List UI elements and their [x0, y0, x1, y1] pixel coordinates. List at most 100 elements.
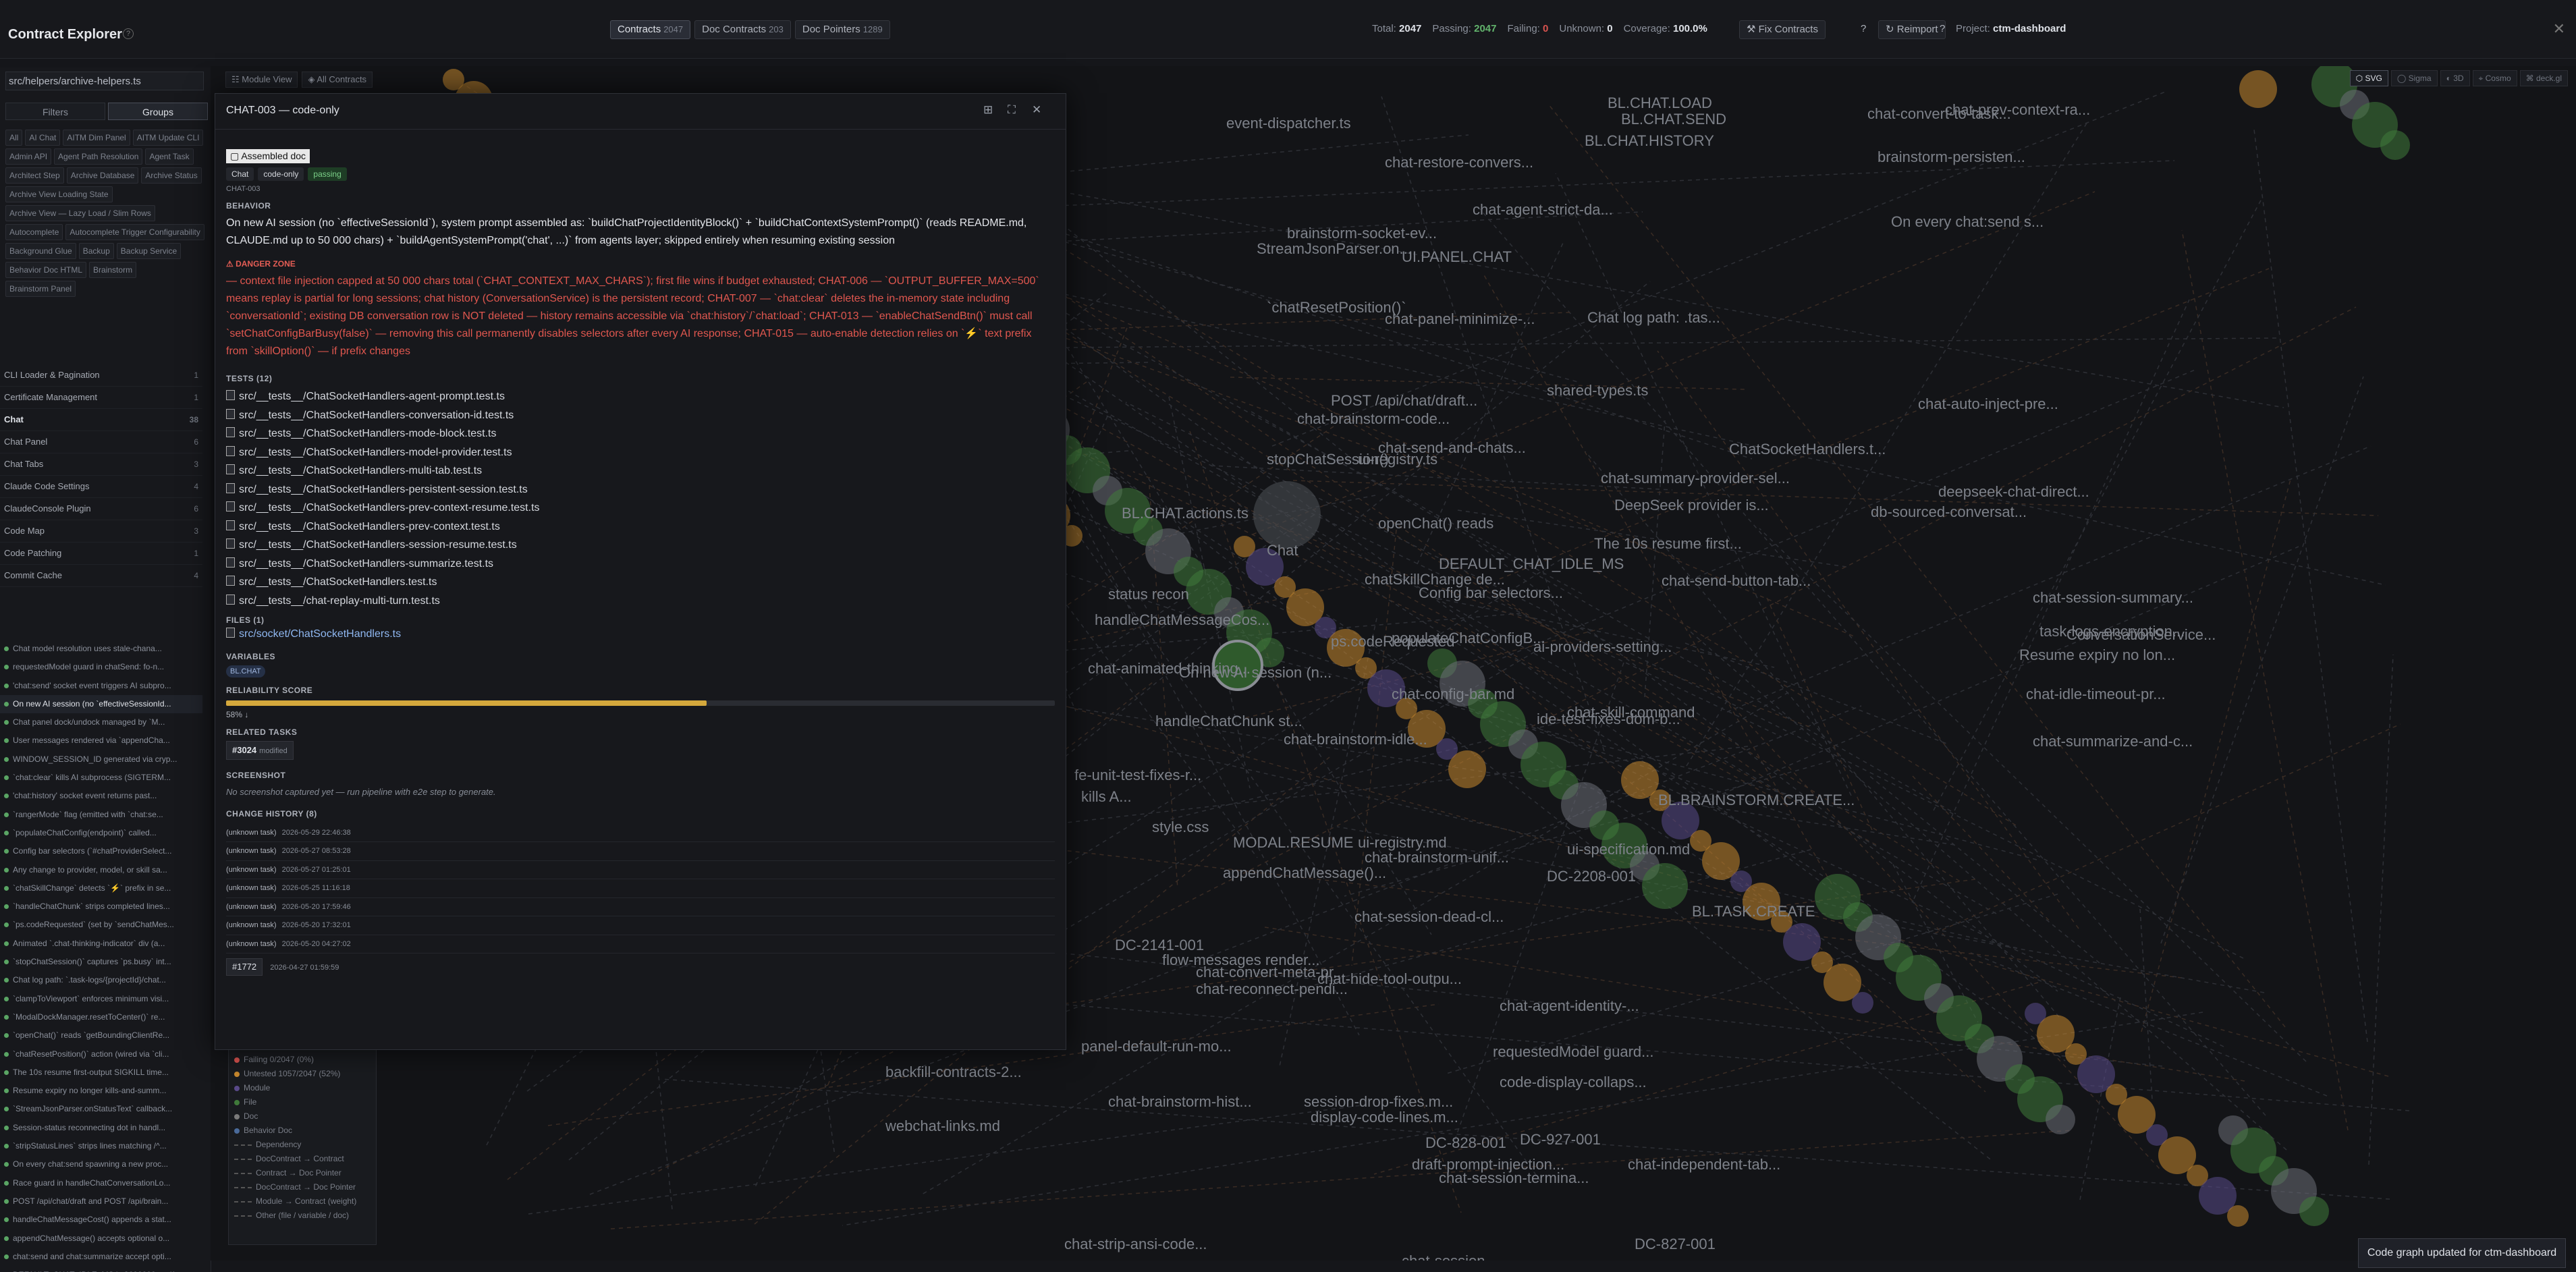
- test-file-item[interactable]: src/__tests__/ChatSocketHandlers-prev-co…: [226, 499, 1055, 518]
- group-chip[interactable]: AITM Dim Panel: [63, 130, 130, 146]
- renderer-deckgl[interactable]: ⌘ deck.gl: [2519, 70, 2568, 86]
- contract-list-item[interactable]: `ModalDockManager.resetToCenter()` re...: [0, 1008, 202, 1026]
- contract-list-item[interactable]: `handleChatChunk` strips completed lines…: [0, 897, 202, 916]
- group-chip[interactable]: Archive View — Lazy Load / Slim Rows: [5, 205, 155, 221]
- group-item[interactable]: Commit Cache 4: [0, 565, 202, 587]
- group-item[interactable]: Chat 38: [0, 409, 202, 431]
- graph-node[interactable]: [1642, 863, 1688, 909]
- assembled-doc-toggle[interactable]: ▢ Assembled doc: [226, 149, 310, 163]
- tag-group[interactable]: Chat: [226, 167, 254, 181]
- file-link[interactable]: src/socket/ChatSocketHandlers.ts: [226, 625, 1055, 644]
- contract-list-item[interactable]: chat:send and chat:summarize accept opti…: [0, 1248, 202, 1266]
- test-file-item[interactable]: src/__tests__/ChatSocketHandlers-prev-co…: [226, 518, 1055, 536]
- graph-node-chat[interactable]: [1253, 481, 1321, 549]
- contract-list-item[interactable]: 'chat:send' socket event triggers AI sub…: [0, 677, 202, 695]
- tab-filters[interactable]: Filters: [5, 103, 105, 120]
- renderer-cosmo[interactable]: ⌖ Cosmo: [2472, 70, 2517, 86]
- group-item[interactable]: Code Patching 1: [0, 543, 202, 565]
- contract-list-item[interactable]: Animated `.chat-thinking-indicator` div …: [0, 935, 202, 953]
- graph-node[interactable]: [2239, 70, 2277, 108]
- help-icon[interactable]: ?: [1854, 20, 1873, 38]
- contract-list-item[interactable]: DEFAULT_CHAT_IDLE_MS is 3600000ms (1...: [0, 1266, 202, 1272]
- info-icon[interactable]: ?: [123, 28, 134, 39]
- contract-list-item[interactable]: WINDOW_SESSION_ID generated via cryp...: [0, 750, 202, 769]
- contract-list-item[interactable]: `rangerMode` flag (emitted with `chat:se…: [0, 806, 202, 824]
- graph-node[interactable]: [2299, 1196, 2329, 1226]
- test-file-item[interactable]: src/__tests__/ChatSocketHandlers-persist…: [226, 480, 1055, 499]
- test-file-item[interactable]: src/__tests__/ChatSocketHandlers-session…: [226, 536, 1055, 555]
- renderer-3d[interactable]: ◐ 3D: [2440, 70, 2470, 86]
- close-icon[interactable]: ✕: [1032, 103, 1041, 117]
- group-chip[interactable]: Autocomplete Trigger Configurability: [65, 224, 204, 240]
- renderer-sigma[interactable]: ◯ Sigma: [2390, 70, 2438, 86]
- group-chip[interactable]: Agent Task: [145, 148, 194, 165]
- group-item[interactable]: Chat Panel 6: [0, 431, 202, 453]
- graph-node[interactable]: [2380, 130, 2410, 160]
- group-chip[interactable]: Archive View Loading State: [5, 186, 113, 202]
- contract-list-item[interactable]: On new AI session (no `effectiveSessionI…: [0, 694, 202, 714]
- group-chip[interactable]: Archive Database: [66, 167, 139, 184]
- contract-list-item[interactable]: `chatSkillChange` detects `⚡` prefix in …: [0, 879, 202, 897]
- history-task-chip[interactable]: #1772: [226, 958, 263, 976]
- test-file-item[interactable]: src/__tests__/ChatSocketHandlers.test.ts: [226, 573, 1055, 592]
- test-file-item[interactable]: src/__tests__/ChatSocketHandlers-agent-p…: [226, 387, 1055, 406]
- group-item[interactable]: CLI Loader & Pagination 1: [0, 364, 202, 387]
- test-file-item[interactable]: src/__tests__/chat-replay-multi-turn.tes…: [226, 592, 1055, 611]
- contract-list-item[interactable]: 'chat:history' socket event returns past…: [0, 787, 202, 805]
- group-chip[interactable]: Backup: [78, 243, 114, 259]
- renderer-svg[interactable]: ⬡ SVG: [2349, 70, 2388, 86]
- test-file-item[interactable]: src/__tests__/ChatSocketHandlers-convers…: [226, 406, 1055, 425]
- contract-list-item[interactable]: POST /api/chat/draft and POST /api/brain…: [0, 1192, 202, 1211]
- contract-list-item[interactable]: `clampToViewport` enforces minimum visi.…: [0, 990, 202, 1008]
- test-file-item[interactable]: src/__tests__/ChatSocketHandlers-model-p…: [226, 443, 1055, 462]
- group-chip[interactable]: Brainstorm: [89, 262, 137, 278]
- maximize-icon[interactable]: ⛶: [1008, 103, 1016, 117]
- fix-contracts-button[interactable]: ⚒ Fix Contracts: [1739, 20, 1826, 39]
- contract-list-item[interactable]: The 10s resume first-output SIGKILL time…: [0, 1063, 202, 1082]
- contract-list-item[interactable]: User messages rendered via `appendCha...: [0, 731, 202, 750]
- contract-list-item[interactable]: `populateChatConfig(endpoint)` called...: [0, 824, 202, 842]
- group-chip[interactable]: Admin API: [5, 148, 52, 165]
- contract-list-item[interactable]: Resume expiry no longer kills-and-summ..…: [0, 1082, 202, 1100]
- group-chip[interactable]: Autocomplete: [5, 224, 63, 240]
- dock-icon[interactable]: ⊞: [983, 103, 993, 117]
- contract-list-item[interactable]: Config bar selectors (`#chatProviderSele…: [0, 842, 202, 860]
- path-input[interactable]: src/helpers/archive-helpers.ts: [5, 72, 204, 90]
- group-chip[interactable]: AI Chat: [25, 130, 61, 146]
- group-item[interactable]: ClaudeConsole Plugin 6: [0, 498, 202, 520]
- tab-doc-contracts[interactable]: Doc Contracts 203: [694, 20, 791, 39]
- group-chip[interactable]: Archive Status: [141, 167, 202, 184]
- contract-list-item[interactable]: `ps.codeRequested` (set by `sendChatMes.…: [0, 916, 202, 934]
- tab-module-view[interactable]: ☷ Module View: [225, 72, 298, 88]
- group-chip[interactable]: Architect Step: [5, 167, 64, 184]
- tab-contracts[interactable]: Contracts 2047: [610, 20, 691, 39]
- contract-list-item[interactable]: `StreamJsonParser.onStatusText` callback…: [0, 1100, 202, 1118]
- graph-node[interactable]: [1852, 992, 1873, 1014]
- contract-list-item[interactable]: appendChatMessage() accepts optional o..…: [0, 1229, 202, 1248]
- group-chip[interactable]: All: [5, 130, 23, 146]
- contract-list-item[interactable]: `openChat()` reads `getBoundingClientRe.…: [0, 1026, 202, 1045]
- group-item[interactable]: Claude Code Settings 4: [0, 476, 202, 498]
- contract-list-item[interactable]: Any change to provider, model, or skill …: [0, 861, 202, 879]
- graph-node[interactable]: [2046, 1105, 2075, 1134]
- graph-node[interactable]: [2227, 1205, 2249, 1227]
- tab-doc-pointers[interactable]: Doc Pointers 1289: [794, 20, 890, 39]
- close-icon[interactable]: ✕: [2553, 20, 2565, 38]
- group-chip[interactable]: Brainstorm Panel: [5, 281, 76, 297]
- contract-list-item[interactable]: `chatResetPosition()` action (wired via …: [0, 1045, 202, 1063]
- contract-list-item[interactable]: requestedModel guard in chatSend: fo-n..…: [0, 658, 202, 676]
- tab-groups[interactable]: Groups: [108, 103, 208, 120]
- contract-list-item[interactable]: Chat panel dock/undock managed by `M...: [0, 713, 202, 731]
- contract-list-item[interactable]: Session-status reconnecting dot in handl…: [0, 1119, 202, 1137]
- contract-list-item[interactable]: Chat log path: `.task-logs/{projectId}/c…: [0, 971, 202, 989]
- graph-node[interactable]: [1448, 750, 1486, 788]
- test-file-item[interactable]: src/__tests__/ChatSocketHandlers-multi-t…: [226, 462, 1055, 480]
- related-task-chip[interactable]: #3024 modified: [226, 740, 294, 760]
- test-file-item[interactable]: src/__tests__/ChatSocketHandlers-summari…: [226, 555, 1055, 574]
- contract-list-item[interactable]: `chat:clear` kills AI subprocess (SIGTER…: [0, 769, 202, 787]
- contract-list-item[interactable]: Chat model resolution uses stale-chana..…: [0, 640, 202, 658]
- group-chip[interactable]: Background Glue: [5, 243, 76, 259]
- group-chip[interactable]: AITM Update CLI: [132, 130, 204, 146]
- contract-list-item[interactable]: handleChatMessageCost() appends a stat..…: [0, 1211, 202, 1229]
- variable-chip[interactable]: BL.CHAT: [226, 665, 265, 678]
